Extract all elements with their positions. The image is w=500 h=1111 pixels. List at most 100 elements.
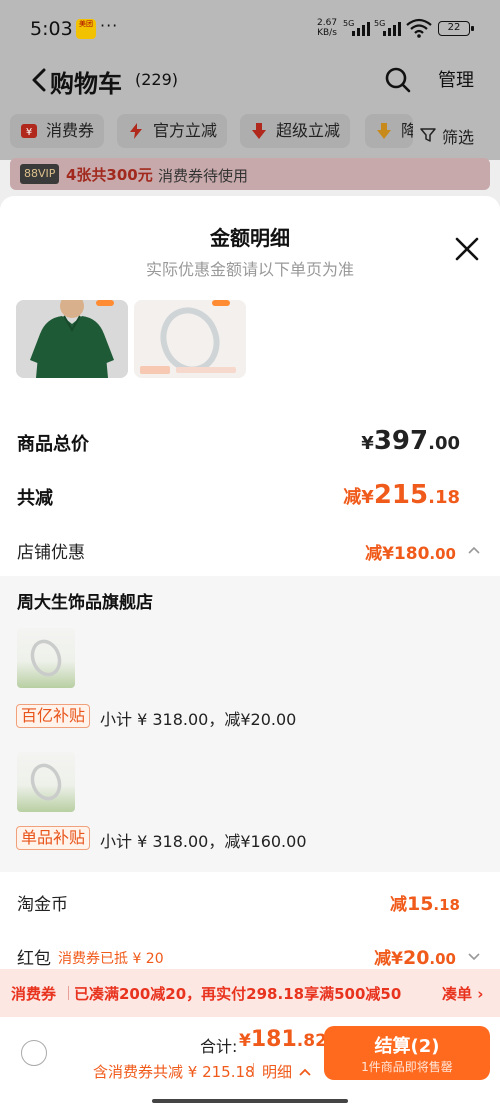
network-speed: 2.67 KB/s — [317, 18, 337, 38]
shop-name: 周大生饰品旗舰店 — [17, 593, 153, 613]
sim2-signal-icon — [383, 21, 401, 36]
red-packet-value[interactable]: 减¥20.00 — [374, 944, 456, 969]
add-items-link[interactable]: 凑单 › — [442, 983, 483, 1004]
total-amount-dec: .82 — [296, 1031, 327, 1051]
filter-chip-official[interactable]: 官方立减 — [117, 114, 228, 148]
detail-divider — [253, 1063, 254, 1077]
shop-discount-label: 店铺优惠 — [17, 543, 85, 563]
select-all-checkbox[interactable] — [21, 1040, 47, 1066]
home-indicator[interactable] — [152, 1099, 348, 1103]
funnel-icon[interactable] — [420, 127, 436, 143]
discount-summary: 含消费券共减 ¥ 215.18 — [93, 1063, 255, 1081]
red-packet-int: 20 — [402, 947, 430, 969]
promo-text: 已凑满200减20，再实付298.18享满500减50 — [74, 985, 402, 1003]
filter-chip-label: 降 — [401, 121, 413, 140]
more-notifications-icon: ··· — [100, 16, 119, 35]
item-subtotal: 小计 ¥ 318.00，减¥160.00 — [100, 832, 307, 851]
filter-chip-label: 消费券 — [46, 121, 95, 140]
amount-detail-sheet: 金额明细 实际优惠金额请以下单页为准 商品总价 ¥397.00 共减 减¥215… — [0, 196, 500, 969]
subsidy-tag: 百亿补贴 — [16, 704, 91, 728]
taojinbi-int: 15 — [406, 893, 434, 915]
checkout-button[interactable]: 结算(2) 1件商品即将售罄 — [324, 1026, 490, 1080]
vip-badge: 88VIP — [20, 164, 60, 184]
red-packet-dec: .00 — [429, 950, 456, 968]
status-bar: 5:03 美团 ··· 2.67 KB/s 5G 5G 22 — [0, 0, 500, 56]
sheet-title: 金额明细 — [210, 226, 290, 250]
item-image-2 — [17, 752, 75, 812]
coupon-highlight: 4张共300元 — [66, 166, 153, 184]
checkout-button-sublabel: 1件商品即将售罄 — [361, 1060, 453, 1074]
reduction-value: 减¥215.18 — [343, 480, 460, 510]
lightning-icon — [130, 123, 142, 139]
red-packet-prefix: 减¥ — [374, 949, 403, 969]
total-amount: ¥181.82 — [239, 1027, 327, 1052]
promo-label: 消费券 — [11, 985, 57, 1003]
wifi-icon — [406, 18, 432, 38]
chevron-down-icon[interactable] — [467, 952, 481, 962]
search-icon[interactable] — [384, 66, 412, 94]
back-arrow-icon[interactable] — [28, 67, 50, 93]
coupon-icon: ¥ — [21, 124, 37, 138]
total-amount-currency: ¥ — [239, 1031, 251, 1051]
taojinbi-dec: .18 — [433, 896, 460, 914]
page-title: 购物车 — [50, 70, 122, 98]
shop-discount-prefix: 减¥ — [365, 544, 394, 564]
cart-header: 购物车 (229) 管理 — [0, 56, 500, 104]
chevron-up-icon[interactable] — [467, 545, 481, 555]
reduction-prefix: 减¥ — [343, 487, 374, 508]
sheet-subtitle: 实际优惠金额请以下单页为准 — [145, 260, 354, 279]
product-image-bangle — [134, 300, 246, 378]
total-amount-int: 181 — [250, 1027, 297, 1052]
down-arrow-icon — [252, 123, 266, 139]
manage-button[interactable]: 管理 — [438, 66, 474, 92]
cart-count: (229) — [135, 70, 179, 89]
sim1-signal-icon — [352, 21, 370, 36]
coupon-banner-text: 消费券待使用 — [158, 167, 249, 185]
filter-chip-coupon[interactable]: ¥ 消费券 — [10, 114, 105, 148]
filter-chip-price-drop[interactable]: 降 — [365, 114, 413, 148]
status-time: 5:03 — [30, 18, 73, 40]
total-label: 合计: — [200, 1037, 238, 1056]
subsidy-tag: 单品补贴 — [16, 826, 91, 850]
shop-discount-int: 180 — [393, 544, 430, 564]
item-subtotal: 小计 ¥ 318.00，减¥20.00 — [100, 710, 297, 729]
filter-button[interactable]: 筛选 — [442, 124, 474, 148]
total-price-value: ¥397.00 — [361, 426, 460, 456]
filter-chip-label: 官方立减 — [153, 121, 218, 140]
detail-link-label: 明细 — [262, 1063, 293, 1081]
checkout-bar: 合计: ¥181.82 含消费券共减 ¥ 215.18 明细 结算(2) 1件商… — [0, 1017, 500, 1111]
shop-breakdown: 周大生饰品旗舰店 百亿补贴 小计 ¥ 318.00，减¥20.00 单品补贴 小… — [0, 576, 500, 872]
product-image-shirt — [16, 300, 128, 378]
detail-link[interactable]: 明细 — [262, 1061, 311, 1082]
promo-divider — [68, 986, 69, 1000]
coupon-banner[interactable]: 88VIP 4张共300元 消费券待使用 — [10, 158, 490, 190]
total-int: 397 — [373, 426, 429, 456]
svg-text:¥: ¥ — [26, 127, 32, 138]
shop-discount-value[interactable]: 减¥180.00 — [365, 539, 456, 564]
shop-discount-dec: .00 — [429, 545, 456, 563]
close-icon[interactable] — [454, 236, 480, 262]
reduction-int: 215 — [373, 480, 429, 510]
item-image-1 — [17, 628, 75, 688]
chevron-up-icon — [299, 1068, 311, 1076]
total-price-label: 商品总价 — [17, 434, 89, 455]
network-speed-value: 2.67 — [317, 18, 338, 28]
total-dec: .00 — [428, 433, 460, 454]
filter-chip-label: 超级立减 — [276, 121, 341, 140]
taojinbi-prefix: 减 — [389, 895, 407, 915]
battery-icon: 22 — [438, 21, 474, 36]
taojinbi-value: 减15.18 — [390, 890, 460, 915]
network-speed-unit: KB/s — [317, 28, 337, 38]
filter-row: ¥ 消费券 官方立减 超级立减 降 筛选 — [0, 104, 500, 160]
taojinbi-label: 淘金币 — [17, 895, 68, 915]
filter-chip-super[interactable]: 超级立减 — [240, 114, 351, 148]
reduction-label: 共减 — [17, 488, 53, 509]
red-packet-label: 红包 — [17, 949, 51, 969]
total-currency: ¥ — [361, 433, 374, 454]
reduction-dec: .18 — [428, 487, 460, 508]
checkout-button-label: 结算(2) — [374, 1036, 440, 1057]
red-packet-note: 消费券已抵 ¥ 20 — [58, 951, 164, 967]
meituan-app-icon: 美团 — [76, 19, 96, 39]
price-drop-icon — [377, 123, 391, 139]
coupon-promo-strip[interactable]: 消费券 已凑满200减20，再实付298.18享满500减50 凑单 › — [0, 969, 500, 1017]
